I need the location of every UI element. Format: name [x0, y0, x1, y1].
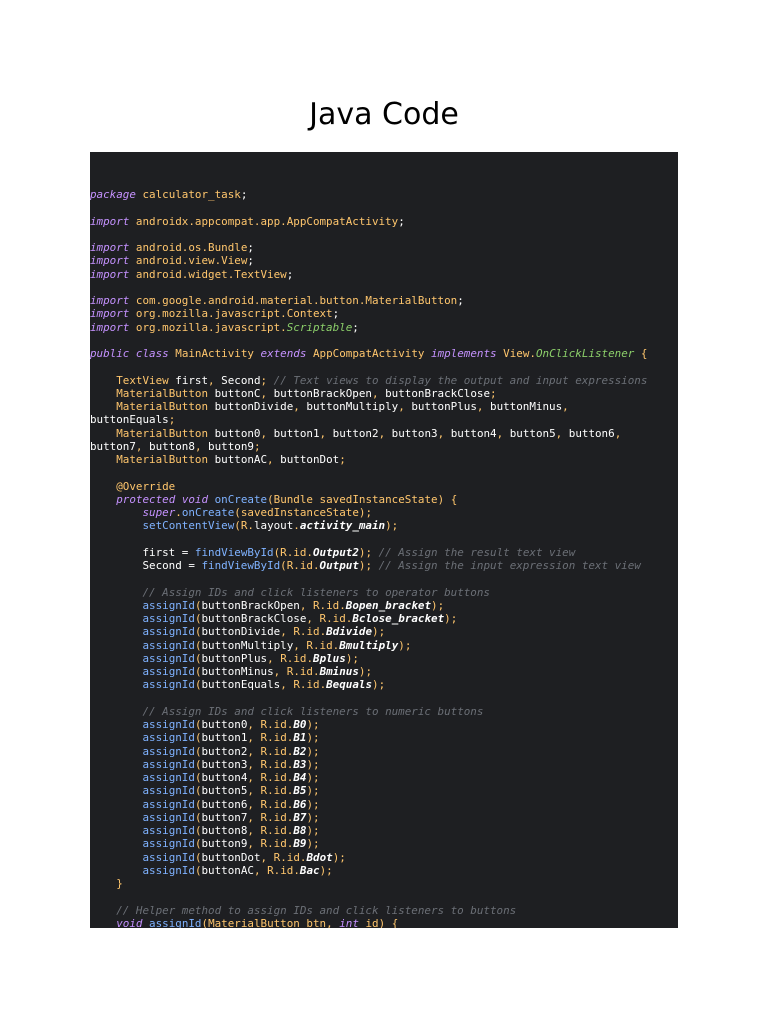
code-line: assignId(buttonBrackClose, R.id.Bclose_b… [142, 612, 458, 625]
code-line: assignId(buttonAC, R.id.Bac); [142, 863, 333, 877]
code-line: void assignId(MaterialButton btn, int id… [116, 916, 399, 928]
code-line: MaterialButton button0, button1, button2… [116, 426, 622, 440]
code-line: public class MainActivity extends AppCom… [90, 347, 648, 360]
code-line: import androidx.appcompat.app.AppCompatA… [90, 214, 405, 228]
code-line: assignId(buttonMultiply, R.id.Bmultiply)… [142, 638, 412, 652]
code-line: assignId(button5, R.id.B5); [142, 784, 320, 798]
code-block: package calculator_task;import androidx.… [90, 152, 678, 928]
code-line: TextView first, Second; // Text views to… [116, 373, 648, 387]
code-line: MaterialButton buttonAC, buttonDot; [116, 453, 346, 466]
code-line: assignId(button4, R.id.B4); [142, 771, 320, 784]
code-line: assignId(buttonDivide, R.id.Bdivide); [142, 625, 386, 639]
code-line: MaterialButton buttonC, buttonBrackOpen,… [116, 386, 497, 400]
code-line: // Assign IDs and click listeners to num… [142, 704, 484, 718]
code-line: assignId(button3, R.id.B3); [142, 757, 320, 771]
code-line: package calculator_task; [90, 188, 248, 201]
code-line: first = findViewById(R.id.Output2); // A… [90, 545, 576, 559]
code-line: assignId(button9, R.id.B9); [142, 837, 320, 851]
code-line: assignId(button1, R.id.B1); [142, 731, 320, 745]
code-line: assignId(buttonBrackOpen, R.id.Bopen_bra… [142, 598, 445, 612]
code-line: Second = findViewById(R.id.Output); // A… [90, 559, 641, 572]
code-line: import android.view.View; [90, 254, 254, 268]
code-line: import android.widget.TextView; [90, 267, 294, 281]
code-line: setContentView(R.layout.activity_main); [142, 519, 399, 533]
code-line: super.onCreate(savedInstanceState); [142, 506, 373, 519]
code-line: } [116, 877, 123, 890]
code-line: assignId(buttonPlus, R.id.Bplus); [142, 651, 359, 665]
code-line: import android.os.Bundle; [90, 241, 254, 254]
code-line: protected void onCreate(Bundle savedInst… [116, 492, 458, 506]
code-listing: package calculator_task;import androidx.… [90, 188, 647, 928]
code-line: buttonEquals; [90, 413, 176, 427]
code-line: MaterialButton buttonDivide, buttonMulti… [116, 400, 569, 413]
code-line: import com.google.android.material.butto… [90, 294, 464, 307]
code-line: assignId(buttonEquals, R.id.Bequals); [142, 678, 386, 692]
code-line: @Override [90, 479, 176, 493]
code-line: assignId(button8, R.id.B8); [142, 824, 320, 837]
code-line: assignId(button2, R.id.B2); [142, 744, 320, 758]
code-line: assignId(buttonDot, R.id.Bdot); [142, 850, 346, 864]
code-line: assignId(button7, R.id.B7); [142, 810, 320, 824]
page-title: Java Code [309, 97, 459, 132]
code-line: assignId(buttonMinus, R.id.Bminus); [142, 665, 373, 678]
code-line: // Helper method to assign IDs and click… [116, 903, 517, 917]
code-line: assignId(button0, R.id.B0); [142, 718, 320, 731]
code-line: assignId(button6, R.id.B6); [142, 797, 320, 811]
code-line: import org.mozilla.javascript.Scriptable… [90, 320, 359, 334]
code-line: import org.mozilla.javascript.Context; [90, 307, 340, 321]
code-line: // Assign IDs and click listeners to ope… [142, 585, 490, 599]
code-line: button7, button8, button9; [90, 439, 261, 453]
